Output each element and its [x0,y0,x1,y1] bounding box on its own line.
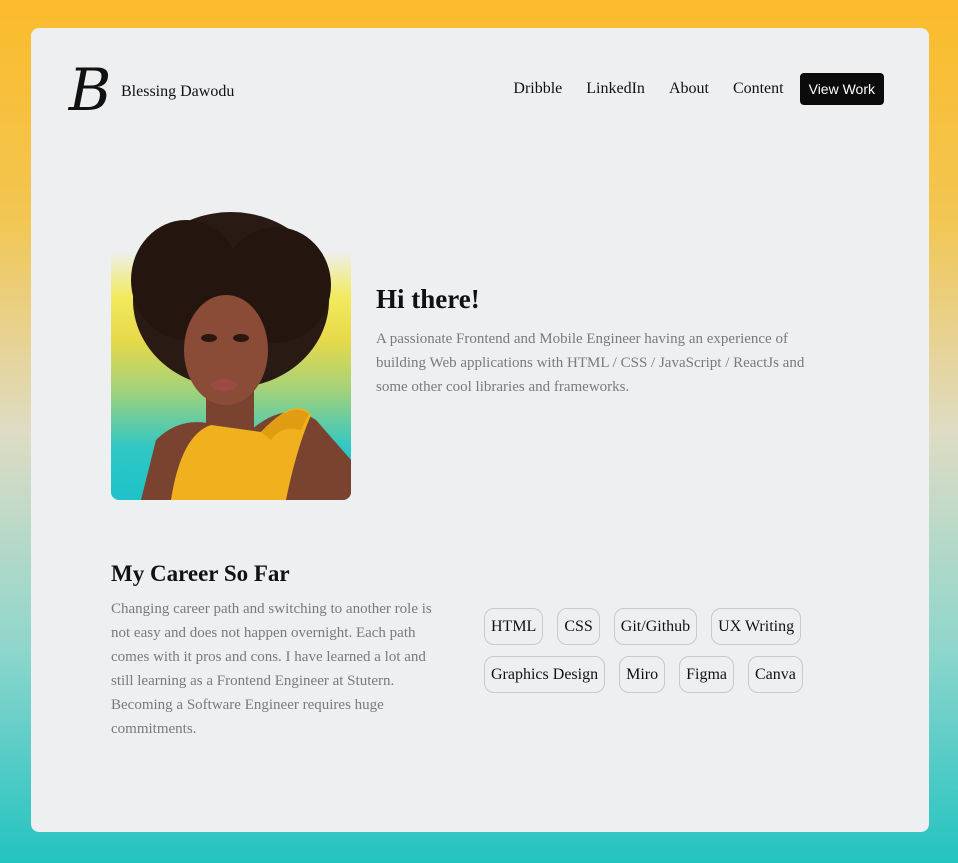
skill-chip-git-github: Git/Github [613,608,698,645]
career-description: Changing career path and switching to an… [111,601,432,737]
profile-photo [111,210,351,500]
skill-chip-canva: Canva [747,656,803,693]
skill-chip-ux-writing: UX Writing [711,608,802,645]
skill-chip-figma: Figma [679,656,734,693]
nav-link-linkedin[interactable]: LinkedIn [586,80,645,98]
skill-chip-miro: Miro [619,656,666,693]
skills-list: HTML CSS Git/Github UX Writing Graphics … [484,608,844,704]
top-nav: Dribble LinkedIn About Content View Work [489,73,884,105]
skill-chip-html: HTML [484,608,544,645]
skill-chip-graphics-design: Graphics Design [484,656,606,693]
nav-link-dribble[interactable]: Dribble [513,80,562,98]
career-title: My Career So Far [111,561,290,586]
brand-monogram: B [68,56,112,124]
brand-logo[interactable]: B Blessing Dawodu [61,56,235,124]
nav-link-about[interactable]: About [669,80,709,98]
hero-description: A passionate Frontend and Mobile Enginee… [376,331,805,395]
hero-section: Hi there! A passionate Frontend and Mobi… [376,284,826,399]
brand-name: Blessing Dawodu [121,83,235,100]
career-section: My Career So Far Changing career path an… [111,561,451,741]
nav-link-content[interactable]: Content [733,80,784,98]
main-card: B Blessing Dawodu Dribble LinkedIn About… [31,28,929,832]
skill-chip-css: CSS [557,608,600,645]
hero-title: Hi there! [376,284,480,314]
view-work-button[interactable]: View Work [799,73,884,105]
